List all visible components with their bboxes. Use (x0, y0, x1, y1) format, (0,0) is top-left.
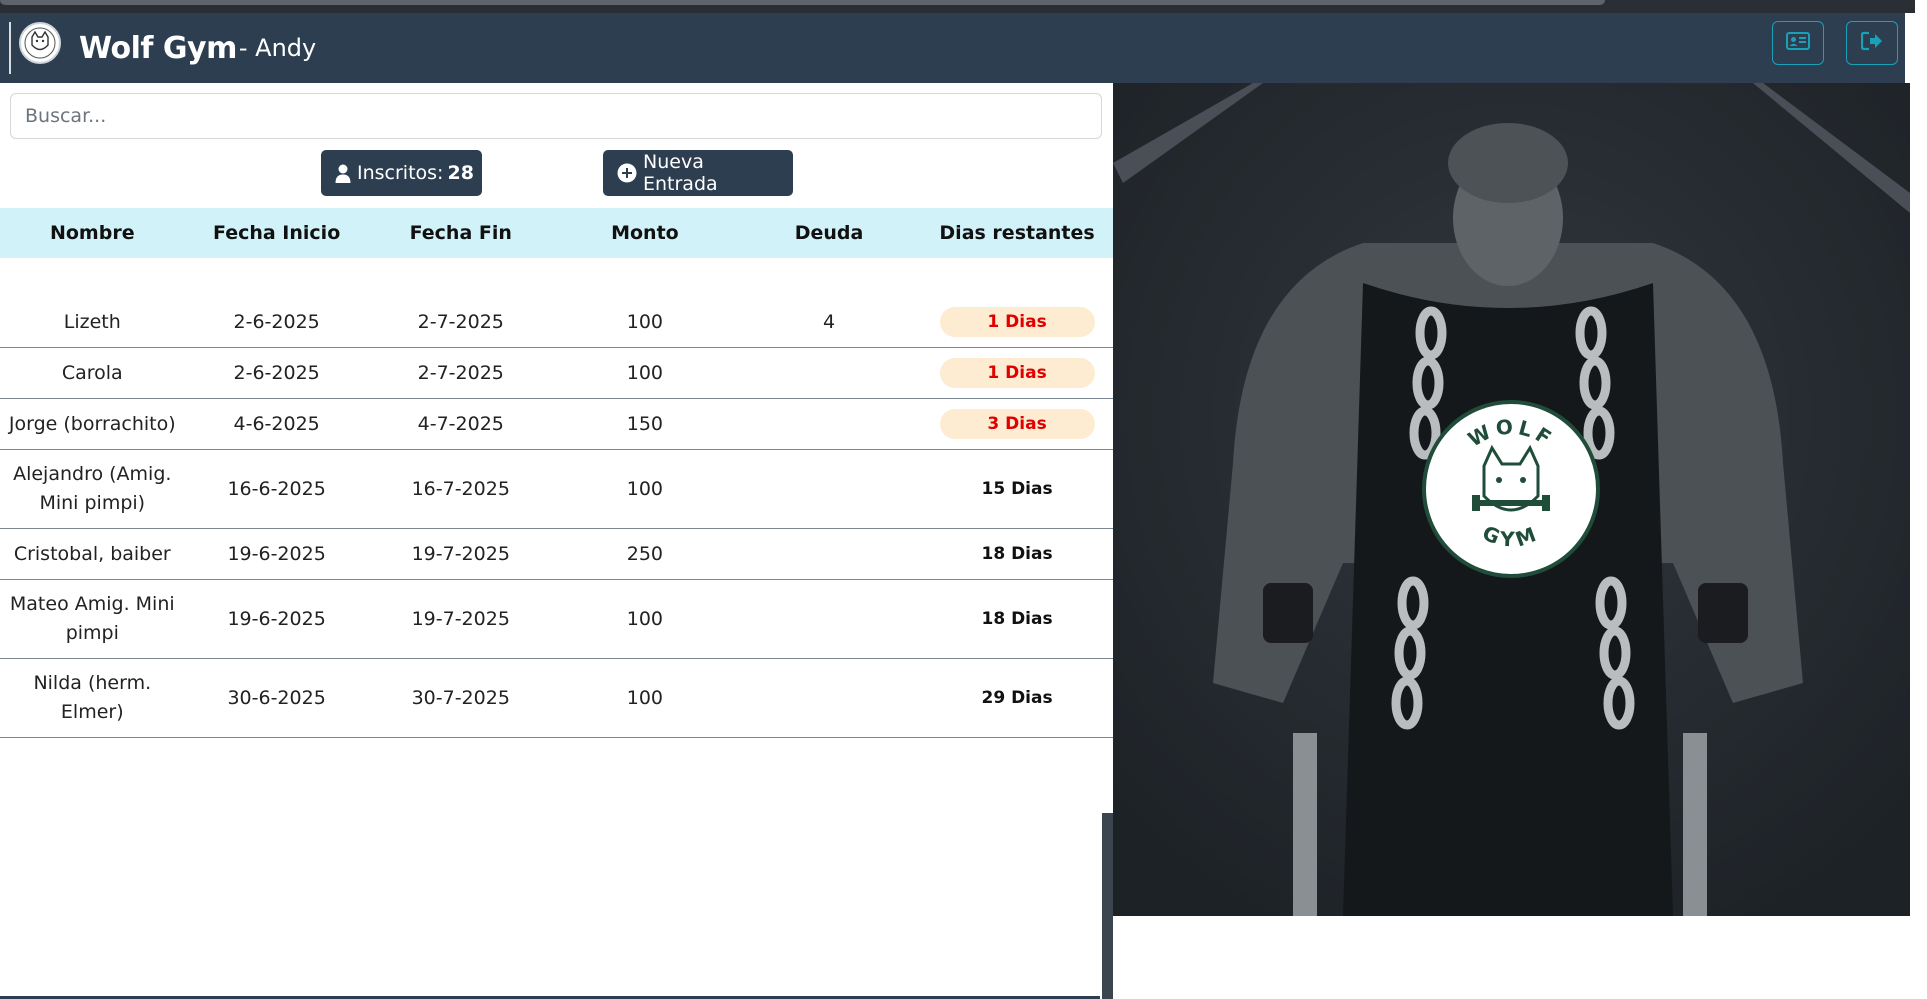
cell-fecha-fin: 30-7-2025 (368, 658, 553, 738)
table-row[interactable]: Jorge (borrachito) 4-6-2025 4-7-2025 150 3 D… (0, 398, 1113, 450)
cell-monto: 100 (552, 347, 737, 399)
days-remaining-badge: 3 Dias (939, 409, 1095, 439)
plus-circle-icon (617, 163, 637, 183)
cell-deuda (736, 398, 922, 450)
cell-deuda (736, 528, 922, 580)
cell-deuda (736, 579, 922, 659)
browser-corner (1915, 0, 1927, 13)
members-panel: Inscritos: 28 Nueva Entrada Nombre Fecha… (0, 83, 1113, 999)
profile-button[interactable] (1772, 21, 1824, 65)
cell-dias-restantes: 3 Dias (921, 398, 1113, 450)
cell-fecha-inicio: 19-6-2025 (184, 528, 369, 580)
page-gutter (1910, 83, 1927, 916)
brand-name: Wolf Gym (79, 30, 237, 66)
cell-deuda (736, 449, 922, 529)
column-header-fecha-fin[interactable]: Fecha Fin (369, 208, 553, 258)
cell-nombre: Carola (0, 347, 185, 399)
cell-monto: 100 (552, 449, 737, 529)
cell-nombre: Cristobal, baiber (0, 528, 185, 580)
cell-fecha-inicio: 2-6-2025 (184, 297, 369, 348)
cell-dias-restantes: 29 Dias (921, 658, 1113, 738)
seal-bottom-text: GYM (1479, 521, 1539, 552)
table-row[interactable]: Nilda (herm. Elmer) 30-6-2025 30-7-2025 100… (0, 658, 1113, 738)
cell-deuda (736, 658, 922, 738)
cell-fecha-inicio: 16-6-2025 (184, 449, 369, 529)
days-remaining-badge: 29 Dias (981, 688, 1053, 708)
cell-nombre: Mateo Amig. Mini pimpi (0, 579, 185, 659)
new-entry-button[interactable]: Nueva Entrada (603, 150, 793, 196)
scrollbar-thumb[interactable] (1102, 813, 1113, 999)
cell-fecha-inicio: 30-6-2025 (184, 658, 369, 738)
svg-text:GYM: GYM (1479, 521, 1543, 552)
days-remaining-badge: 15 Dias (981, 479, 1053, 499)
cell-dias-restantes: 1 Dias (921, 297, 1113, 348)
navbar: Wolf Gym - Andy (0, 13, 1905, 83)
enrolled-count: 28 (447, 162, 474, 184)
days-remaining-badge: 1 Dias (939, 307, 1095, 337)
members-table: Nombre Fecha Inicio Fecha Fin Monto Deud… (0, 208, 1113, 738)
brand: Wolf Gym - Andy (79, 13, 316, 83)
browser-top-strip (0, 0, 1927, 13)
cell-dias-restantes: 18 Dias (921, 579, 1113, 659)
cell-monto: 100 (552, 297, 737, 348)
table-header-row: Nombre Fecha Inicio Fecha Fin Monto Deud… (0, 208, 1113, 258)
svg-text:WOLF: WOLF (1464, 414, 1559, 452)
cell-fecha-fin: 19-7-2025 (368, 579, 553, 659)
new-entry-label: Nueva Entrada (643, 151, 718, 195)
wolf-logo-icon[interactable] (19, 22, 61, 64)
search-input[interactable] (10, 93, 1102, 139)
enrolled-count-button[interactable]: Inscritos: 28 (321, 150, 482, 196)
cell-nombre: Nilda (herm. Elmer) (0, 658, 185, 738)
cell-deuda: 4 (736, 297, 922, 348)
days-remaining-badge: 18 Dias (981, 544, 1053, 564)
cell-fecha-inicio: 19-6-2025 (184, 579, 369, 659)
cell-nombre: Alejandro (Amig. Mini pimpi) (0, 449, 185, 529)
cell-dias-restantes: 1 Dias (921, 347, 1113, 399)
column-header-monto[interactable]: Monto (553, 208, 737, 258)
days-remaining-badge: 1 Dias (939, 358, 1095, 388)
cell-fecha-fin: 19-7-2025 (368, 528, 553, 580)
cell-fecha-inicio: 4-6-2025 (184, 398, 369, 450)
cell-monto: 150 (552, 398, 737, 450)
column-header-fecha-inicio[interactable]: Fecha Inicio (185, 208, 369, 258)
cell-dias-restantes: 18 Dias (921, 528, 1113, 580)
cell-fecha-fin: 16-7-2025 (368, 449, 553, 529)
seal-top-text: WOLF (1464, 414, 1555, 452)
wolf-gym-seal-icon: WOLF GYM (1422, 400, 1600, 578)
cell-dias-restantes: 15 Dias (921, 449, 1113, 529)
days-remaining-badge: 18 Dias (981, 609, 1053, 629)
members-table-body: Lizeth 2-6-2025 2-7-2025 100 4 1 Dias Carola 2-… (0, 258, 1113, 738)
column-header-deuda[interactable]: Deuda (737, 208, 921, 258)
logout-button[interactable] (1846, 21, 1898, 65)
table-row[interactable]: Cristobal, baiber 19-6-2025 19-7-2025 250 18… (0, 528, 1113, 580)
table-row[interactable]: Lizeth 2-6-2025 2-7-2025 100 4 1 Dias (0, 297, 1113, 348)
table-row[interactable]: Carola 2-6-2025 2-7-2025 100 1 Dias (0, 347, 1113, 399)
cell-deuda (736, 347, 922, 399)
column-header-dias-restantes[interactable]: Dias restantes (921, 208, 1113, 258)
cell-monto: 100 (552, 658, 737, 738)
cell-nombre: Jorge (borrachito) (0, 398, 185, 450)
table-row[interactable]: Alejandro (Amig. Mini pimpi) 16-6-2025 16-… (0, 449, 1113, 529)
current-user: - Andy (238, 34, 317, 62)
navbar-divider (9, 22, 11, 74)
cell-fecha-fin: 4-7-2025 (368, 398, 553, 450)
cell-nombre: Lizeth (0, 297, 185, 348)
cell-fecha-inicio: 2-6-2025 (184, 347, 369, 399)
table-row[interactable]: Mateo Amig. Mini pimpi 19-6-2025 19-7-2025… (0, 579, 1113, 659)
user-icon (335, 164, 351, 183)
cell-monto: 250 (552, 528, 737, 580)
cell-fecha-fin: 2-7-2025 (368, 297, 553, 348)
table-spacer (0, 258, 1113, 297)
column-header-nombre[interactable]: Nombre (0, 208, 185, 258)
browser-tab-bar (0, 0, 1605, 5)
cell-monto: 100 (552, 579, 737, 659)
enrolled-label: Inscritos: (357, 162, 444, 184)
cell-fecha-fin: 2-7-2025 (368, 347, 553, 399)
logout-icon (1860, 31, 1883, 55)
id-card-icon (1786, 32, 1810, 54)
